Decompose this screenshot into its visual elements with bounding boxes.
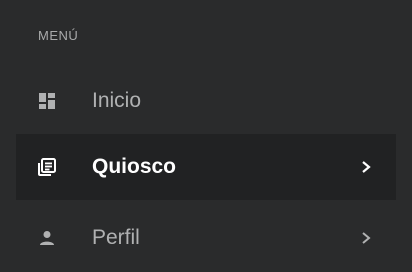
sidebar-item-label: Inicio xyxy=(92,89,142,112)
sidebar-item-label: Quiosco xyxy=(92,155,177,178)
sidebar-item-inicio[interactable]: Inicio xyxy=(16,68,396,134)
chevron-right-icon xyxy=(360,231,372,245)
sidebar-item-perfil[interactable]: Perfil xyxy=(16,205,396,271)
menu-section-header: MENÚ xyxy=(38,28,79,43)
dashboard-icon xyxy=(38,92,56,110)
sidebar-menu: MENÚ Inicio Quiosco Perfil xyxy=(0,0,412,272)
sidebar-item-quiosco[interactable]: Quiosco xyxy=(16,134,396,200)
sidebar-item-label: Perfil xyxy=(92,226,140,249)
chevron-right-icon xyxy=(360,160,372,174)
person-icon xyxy=(38,229,56,247)
newspaper-icon xyxy=(38,158,56,176)
